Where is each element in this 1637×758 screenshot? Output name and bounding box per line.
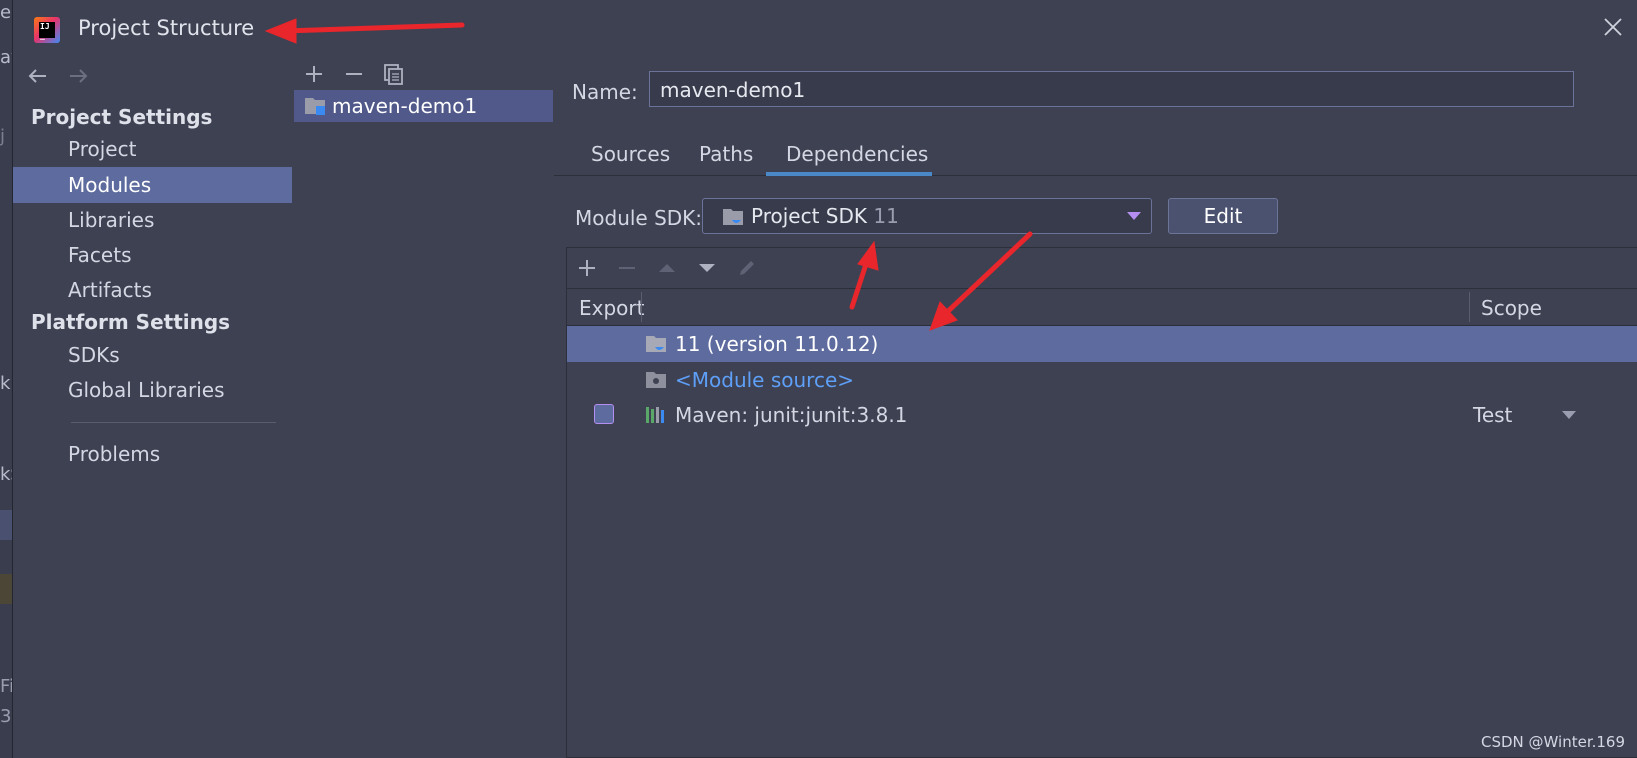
nav-item-artifacts[interactable]: Artifacts <box>13 272 292 308</box>
nav-item-problems[interactable]: Problems <box>13 436 292 472</box>
add-icon[interactable] <box>301 61 327 87</box>
settings-navigation: Project Settings Project Modules Librari… <box>13 53 294 758</box>
module-tabs: Sources Paths Dependencies <box>554 128 1637 176</box>
background-text-fragment: e <box>0 2 12 23</box>
add-icon[interactable] <box>574 255 600 281</box>
active-tab-indicator <box>766 172 932 176</box>
column-divider <box>1469 292 1470 322</box>
module-editor: Name: maven-demo1 Sources Paths Dependen… <box>554 53 1637 758</box>
source-folder-icon <box>646 372 666 388</box>
column-export[interactable]: Export <box>579 296 644 320</box>
nav-item-sdks[interactable]: SDKs <box>13 337 292 373</box>
nav-item-project[interactable]: Project <box>13 131 292 167</box>
jdk-folder-icon <box>646 336 666 352</box>
project-settings-header: Project Settings <box>31 105 213 129</box>
dependency-row-junit[interactable]: Maven: junit:junit:3.8.1 Test <box>567 397 1637 433</box>
modules-panel: maven-demo1 <box>293 53 555 758</box>
jdk-folder-icon <box>723 209 743 225</box>
dependencies-toolbar <box>567 248 1637 289</box>
column-divider <box>641 292 642 322</box>
arrow-right-icon[interactable] <box>65 63 91 89</box>
module-item-label: maven-demo1 <box>332 94 478 118</box>
watermark: CSDN @Winter.169 <box>1481 733 1626 751</box>
background-text-fragment: j <box>0 126 6 147</box>
title-bar: IJ _ Project Structure <box>13 0 1637 54</box>
remove-icon[interactable] <box>341 61 367 87</box>
column-scope[interactable]: Scope <box>1481 296 1542 320</box>
dependency-label: <Module source> <box>675 368 855 392</box>
nav-item-libraries[interactable]: Libraries <box>13 202 292 238</box>
module-folder-icon <box>305 98 325 115</box>
module-name-field[interactable]: maven-demo1 <box>649 71 1574 107</box>
edit-icon[interactable] <box>734 255 760 281</box>
arrow-left-icon[interactable] <box>25 63 51 89</box>
name-label: Name: <box>572 80 638 104</box>
dependency-label: 11 (version 11.0.12) <box>675 332 879 356</box>
dependency-label: Maven: junit:junit:3.8.1 <box>675 403 908 427</box>
remove-icon[interactable] <box>614 255 640 281</box>
library-icon <box>646 407 664 423</box>
nav-item-facets[interactable]: Facets <box>13 237 292 273</box>
module-sdk-version: 11 <box>873 204 899 228</box>
intellij-idea-icon: IJ _ <box>34 17 60 43</box>
dependencies-panel: Export Scope 11 (version 11.0.12) <Modul… <box>566 247 1637 758</box>
move-down-icon[interactable] <box>694 255 720 281</box>
export-checkbox[interactable] <box>594 404 614 424</box>
background-selection <box>0 510 12 540</box>
background-highlight <box>0 574 12 604</box>
tab-sources[interactable]: Sources <box>591 142 670 166</box>
dependency-row-module-source[interactable]: <Module source> <box>567 362 1637 398</box>
module-sdk-value: Project SDK <box>751 204 867 228</box>
tab-dependencies[interactable]: Dependencies <box>786 142 928 166</box>
nav-item-modules[interactable]: Modules <box>13 167 292 203</box>
copy-icon[interactable] <box>381 61 407 87</box>
move-up-icon[interactable] <box>654 255 680 281</box>
chevron-down-icon[interactable] <box>1562 411 1576 419</box>
nav-divider <box>71 422 276 423</box>
dialog-title: Project Structure <box>78 16 255 40</box>
module-sdk-label: Module SDK: <box>575 206 703 230</box>
scope-dropdown[interactable]: Test <box>1473 397 1512 433</box>
dependency-row-jdk[interactable]: 11 (version 11.0.12) <box>567 326 1637 362</box>
dependencies-table-header: Export Scope <box>567 288 1637 326</box>
tab-paths[interactable]: Paths <box>699 142 753 166</box>
module-item-maven-demo1[interactable]: maven-demo1 <box>294 90 553 122</box>
close-icon[interactable] <box>1600 14 1626 40</box>
chevron-down-icon <box>1127 212 1141 220</box>
nav-item-global-libraries[interactable]: Global Libraries <box>13 372 292 408</box>
edit-sdk-button[interactable]: Edit <box>1168 198 1278 234</box>
module-sdk-dropdown[interactable]: Project SDK 11 <box>702 198 1152 234</box>
platform-settings-header: Platform Settings <box>31 310 231 334</box>
project-structure-dialog: IJ _ Project Structure Project Settings P… <box>12 0 1637 758</box>
